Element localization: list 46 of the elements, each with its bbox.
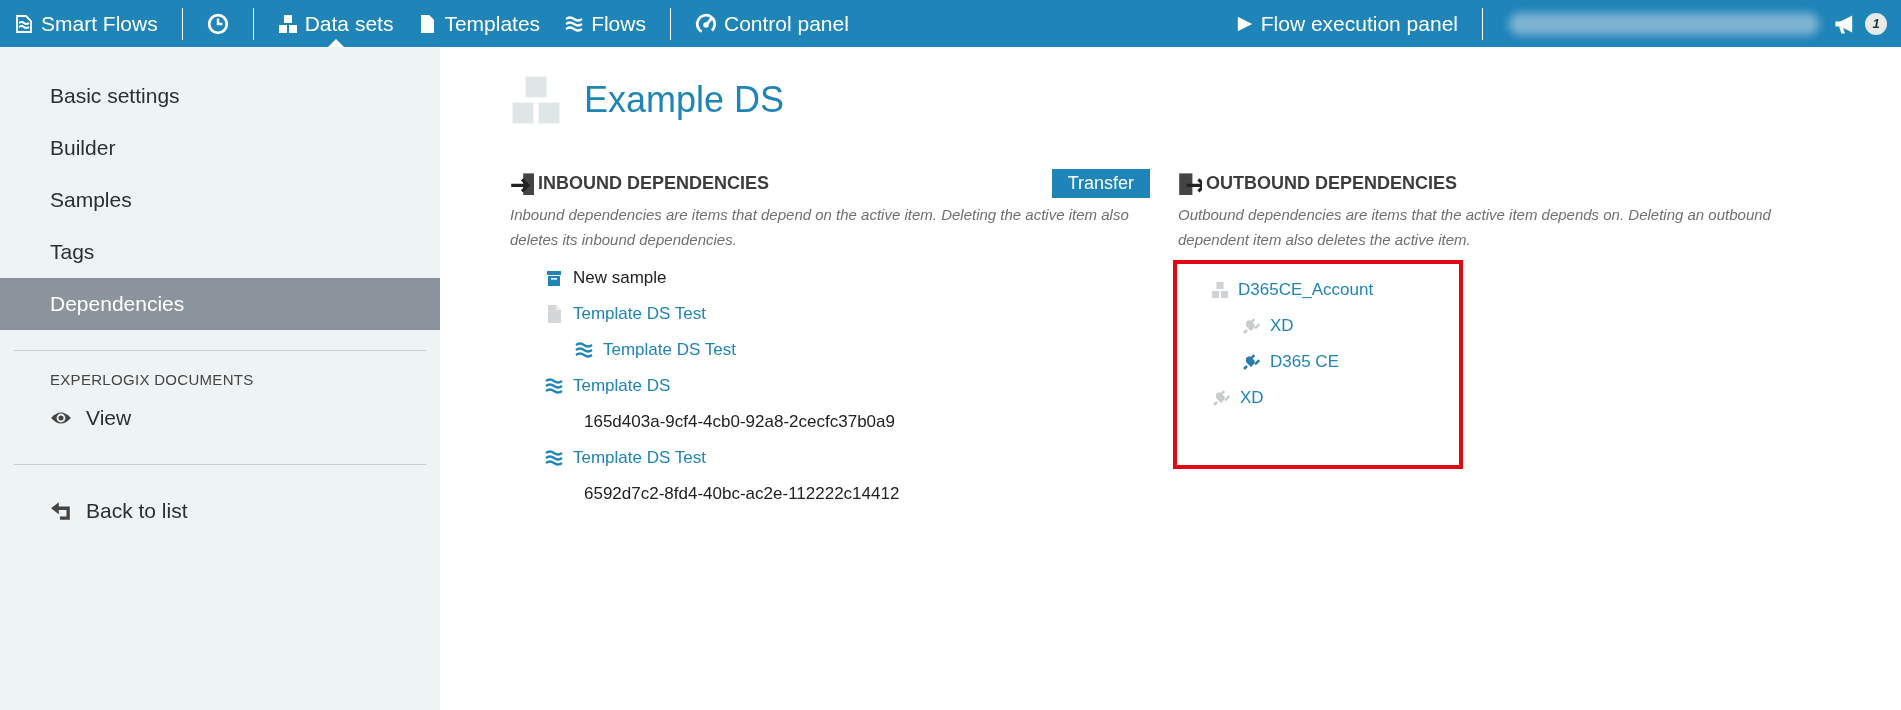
transfer-button[interactable]: Transfer xyxy=(1051,168,1150,198)
section-description: Inbound dependencies are items that depend on the active item. Deleting the active item also deletes its inbound dependencies. xyxy=(510,205,1130,250)
section-description: Outbound dependencies are items that the active item depends on. Deleting an outbound dependent item also deletes the active item. xyxy=(1178,205,1772,250)
sign-out-icon xyxy=(1178,171,1202,195)
blocks-icon xyxy=(1211,281,1229,299)
brand-link[interactable]: Smart Flows xyxy=(14,0,170,47)
sidebar-item[interactable]: Samples xyxy=(0,174,440,226)
sidebar-item[interactable]: View xyxy=(0,392,440,444)
sidebar-item[interactable]: Dependencies xyxy=(0,278,440,330)
waves-icon xyxy=(544,376,564,396)
nav-tab[interactable]: Control panel xyxy=(682,0,861,47)
item-link[interactable]: D365CE_Account xyxy=(1238,280,1374,300)
section-heading: INBOUND DEPENDENCIES xyxy=(538,172,771,194)
item-link[interactable]: D365 CE xyxy=(1270,352,1339,372)
item-link[interactable]: Template DS xyxy=(573,376,671,396)
play-icon xyxy=(1235,14,1254,33)
sign-in-icon xyxy=(510,171,534,195)
page-title: Example DS xyxy=(584,79,785,121)
logo-icon xyxy=(14,13,34,34)
waves-icon xyxy=(544,448,564,468)
blocks-icon xyxy=(277,13,298,34)
item-link[interactable]: Template DS Test xyxy=(573,304,706,324)
notification-badge: 1 xyxy=(1865,12,1887,35)
nav-tab[interactable]: Flows xyxy=(552,0,658,47)
section-heading: OUTBOUND DEPENDENCIES xyxy=(1206,172,1459,194)
sidebar-item[interactable]: Basic settings xyxy=(0,70,440,122)
item-link[interactable]: Template DS Test xyxy=(573,448,706,468)
section-title: EXPERLOGIX DOCUMENTS xyxy=(49,371,255,388)
item-id: 6592d7c2-8fd4-40bc-ac2e-112222c14412 xyxy=(583,484,900,504)
item-link[interactable]: XD xyxy=(1270,316,1294,336)
back-link[interactable]: Back to list xyxy=(0,485,440,537)
waves-icon xyxy=(564,13,585,34)
sidebar-item[interactable]: Tags xyxy=(0,226,440,278)
item-label: New sample xyxy=(573,268,667,288)
execution-panel-link[interactable]: Flow execution panel xyxy=(1223,0,1470,47)
waves-icon xyxy=(574,340,594,360)
gauge-icon xyxy=(694,12,717,35)
clock-icon xyxy=(206,12,229,35)
dataset-icon xyxy=(510,74,562,126)
sidebar-item[interactable]: Builder xyxy=(0,122,440,174)
back-arrow-icon xyxy=(50,500,72,522)
item-link[interactable]: Template DS Test xyxy=(603,340,736,360)
nav-tab[interactable]: Templates xyxy=(405,0,553,47)
item-link[interactable]: XD xyxy=(1240,388,1264,408)
item-id: 165d403a-9cf4-4cb0-92a8-2cecfc37b0a9 xyxy=(583,412,895,432)
archive-icon xyxy=(544,268,564,288)
